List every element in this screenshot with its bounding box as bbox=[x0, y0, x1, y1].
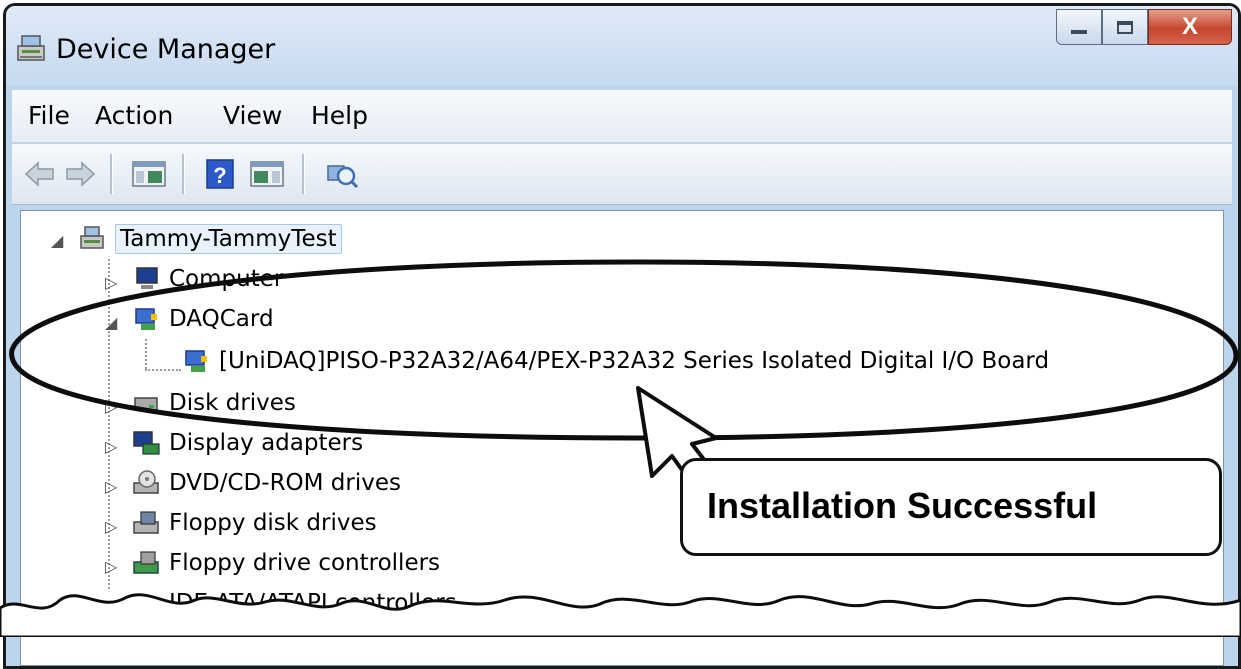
annotation-text: Installation Successful bbox=[707, 485, 1098, 526]
annotation-callout: Installation Successful bbox=[680, 458, 1222, 556]
torn-edge bbox=[0, 593, 1241, 637]
highlight-ellipse bbox=[9, 259, 1239, 441]
